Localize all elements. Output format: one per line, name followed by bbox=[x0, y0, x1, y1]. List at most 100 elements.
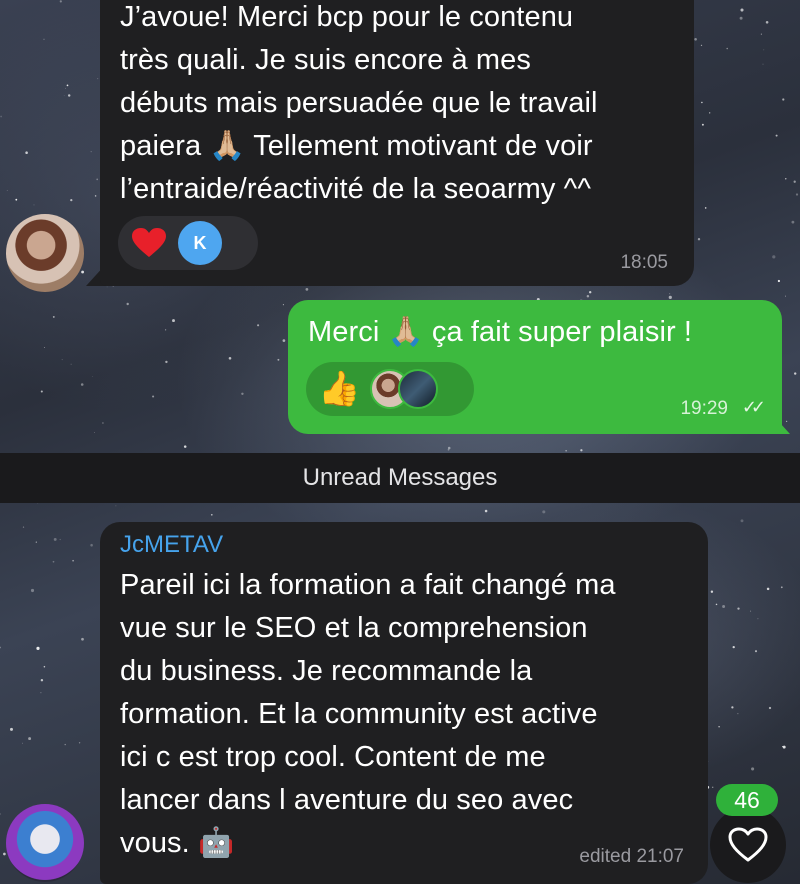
star bbox=[96, 178, 99, 181]
star bbox=[15, 198, 18, 201]
star bbox=[97, 78, 99, 80]
star bbox=[697, 238, 701, 241]
star bbox=[64, 743, 66, 746]
star bbox=[772, 255, 776, 259]
star bbox=[40, 692, 42, 694]
star bbox=[70, 198, 73, 202]
star bbox=[704, 207, 707, 209]
star bbox=[751, 767, 755, 771]
star bbox=[59, 538, 61, 541]
thumbs-up-icon[interactable]: 👍 bbox=[318, 372, 360, 406]
star bbox=[65, 87, 66, 89]
message-text: Merci 🙏🏼 ça fait super plaisir ! bbox=[308, 316, 693, 348]
star bbox=[228, 357, 232, 360]
star bbox=[794, 372, 797, 375]
star bbox=[711, 786, 714, 789]
star bbox=[241, 392, 244, 396]
star bbox=[757, 618, 759, 620]
star bbox=[115, 505, 117, 507]
message-time: 18:05 bbox=[620, 252, 668, 273]
like-button[interactable] bbox=[710, 807, 786, 883]
star bbox=[183, 445, 187, 448]
heart-icon[interactable] bbox=[130, 224, 168, 262]
star bbox=[763, 49, 765, 51]
like-count-badge: 46 bbox=[716, 784, 778, 816]
message-text: Pareil ici la formation a fait changé ma… bbox=[120, 569, 616, 859]
star bbox=[172, 319, 175, 323]
star bbox=[762, 63, 764, 65]
sender-avatar[interactable] bbox=[6, 804, 84, 882]
star bbox=[81, 637, 84, 641]
star bbox=[694, 38, 697, 41]
sender-name[interactable]: JcMETAV bbox=[120, 531, 223, 559]
star bbox=[765, 21, 769, 24]
star bbox=[44, 347, 45, 348]
star bbox=[754, 650, 758, 653]
reactions-bar[interactable]: 👍 bbox=[306, 362, 474, 416]
star bbox=[737, 607, 740, 610]
star bbox=[22, 526, 25, 528]
star bbox=[785, 178, 787, 180]
star bbox=[777, 279, 781, 283]
outgoing-message-bubble[interactable]: Merci 🙏🏼 ça fait super plaisir ! 👍 19:29… bbox=[288, 300, 782, 434]
star bbox=[589, 291, 592, 294]
star bbox=[731, 706, 734, 709]
star bbox=[67, 94, 71, 97]
reactor-avatar[interactable] bbox=[398, 369, 439, 409]
star bbox=[580, 449, 583, 452]
double-check-icon: ✓✓ bbox=[741, 397, 766, 417]
star bbox=[782, 745, 786, 749]
star bbox=[94, 195, 97, 197]
star bbox=[565, 450, 567, 452]
star bbox=[484, 509, 488, 513]
star bbox=[793, 180, 796, 183]
star bbox=[766, 587, 770, 591]
incoming-message-bubble[interactable]: J’avoue! Merci bcp pour le contenu très … bbox=[100, 0, 694, 286]
star bbox=[81, 270, 85, 274]
star bbox=[35, 541, 37, 543]
reactions-bar[interactable]: K bbox=[118, 216, 258, 270]
message-text: J’avoue! Merci bcp pour le contenu très … bbox=[120, 1, 598, 205]
star bbox=[782, 98, 785, 101]
star bbox=[257, 324, 260, 327]
star bbox=[40, 390, 43, 393]
star bbox=[732, 645, 735, 649]
reactor-avatar[interactable]: K bbox=[178, 221, 222, 265]
star bbox=[165, 329, 167, 331]
star bbox=[94, 432, 95, 433]
star bbox=[542, 510, 546, 514]
star bbox=[277, 358, 280, 361]
star bbox=[36, 646, 40, 651]
star bbox=[791, 220, 795, 224]
star bbox=[305, 288, 309, 291]
unread-label: Unread Messages bbox=[302, 464, 498, 491]
star bbox=[669, 293, 671, 295]
star bbox=[78, 742, 81, 744]
star bbox=[106, 286, 108, 288]
star bbox=[52, 315, 55, 318]
star bbox=[80, 383, 84, 386]
star bbox=[3, 852, 6, 856]
message-time: edited 21:07 bbox=[579, 846, 684, 867]
star bbox=[33, 204, 35, 206]
star bbox=[775, 134, 778, 137]
star bbox=[72, 559, 74, 562]
star bbox=[740, 8, 744, 12]
star bbox=[701, 123, 704, 126]
star bbox=[92, 376, 93, 377]
star bbox=[28, 737, 32, 741]
star bbox=[25, 151, 28, 154]
star bbox=[768, 706, 772, 710]
star bbox=[750, 610, 752, 612]
star bbox=[722, 605, 726, 608]
incoming-message-bubble[interactable]: JcMETAV Pareil ici la formation a fait c… bbox=[100, 522, 708, 884]
star bbox=[709, 112, 711, 114]
sender-avatar[interactable] bbox=[6, 214, 84, 292]
star bbox=[40, 678, 44, 682]
star bbox=[739, 16, 743, 20]
star bbox=[53, 537, 57, 541]
star bbox=[126, 302, 129, 306]
star bbox=[282, 339, 286, 342]
message-time: 19:29 bbox=[680, 398, 728, 419]
star bbox=[715, 603, 718, 606]
